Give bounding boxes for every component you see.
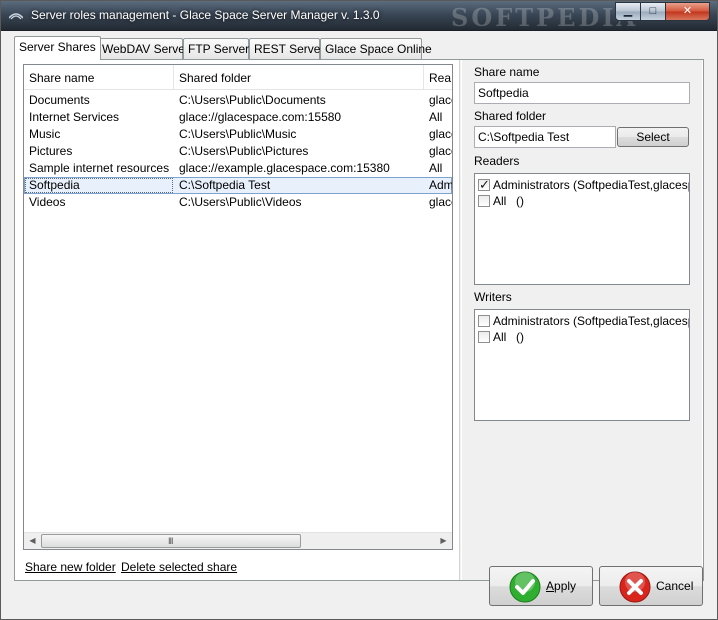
share-new-folder-link[interactable]: Share new folder xyxy=(25,560,116,574)
readers-list[interactable]: ✓ Administrators (SoftpediaTest,glacespa… xyxy=(474,173,690,285)
share-name-cell: Documents xyxy=(29,93,90,107)
share-name-cell: Videos xyxy=(29,195,66,209)
close-button[interactable]: ✕ xyxy=(665,2,710,21)
tab-webdav-server[interactable]: WebDAV Server xyxy=(97,38,189,59)
readers-cell: glace xyxy=(429,127,452,141)
tab-server-shares[interactable]: Server Shares xyxy=(14,36,101,60)
writers-label: Writers xyxy=(474,290,512,304)
share-name-input[interactable]: Softpedia xyxy=(474,82,690,104)
writers-all-checkbox[interactable] xyxy=(478,331,490,343)
apply-button[interactable]: Apply xyxy=(489,566,593,606)
writers-administrators-checkbox[interactable] xyxy=(478,315,490,327)
cancel-label: Cancel xyxy=(656,579,694,593)
shared-folder-label: Shared folder xyxy=(474,109,547,123)
list-item-detail: () xyxy=(516,194,524,208)
scroll-grip: III xyxy=(168,536,173,546)
cross-icon xyxy=(619,571,651,603)
share-name-cell: Sample internet resources xyxy=(29,161,170,175)
maximize-button[interactable]: □ xyxy=(640,2,666,21)
writers-list[interactable]: Administrators (SoftpediaTest,glacespa A… xyxy=(474,309,690,421)
table-row[interactable]: Videos C:\Users\Public\Videos glace xyxy=(24,194,452,211)
minimize-button[interactable]: ▁ xyxy=(615,2,641,21)
shares-list[interactable]: Share name Shared folder Rea Documents C:… xyxy=(23,64,453,550)
table-row[interactable]: Documents C:\Users\Public\Documents glace xyxy=(24,92,452,109)
share-name-cell: Pictures xyxy=(29,144,73,158)
table-row[interactable]: Pictures C:\Users\Public\Pictures glace xyxy=(24,143,452,160)
shared-folder-cell: C:\Softpedia Test xyxy=(179,178,271,192)
shared-folder-input[interactable]: C:\Softpedia Test xyxy=(474,126,616,148)
readers-all-checkbox[interactable] xyxy=(478,195,490,207)
readers-cell: All xyxy=(429,161,443,175)
table-row[interactable]: Internet Services glace://glacespace.com:… xyxy=(24,109,452,126)
checkmark-icon: ✓ xyxy=(479,177,490,192)
table-row[interactable]: Softpedia C:\Softpedia Test Adm xyxy=(24,177,452,194)
list-item-detail: (SoftpediaTest,glacespa xyxy=(573,314,690,328)
readers-cell: Adm xyxy=(429,178,452,192)
cancel-button[interactable]: Cancel xyxy=(599,566,703,606)
tab-glace-space-online[interactable]: Glace Space Online xyxy=(320,38,432,59)
window-title: Server roles management - Glace Space Se… xyxy=(31,8,380,22)
watermark: SOFTPEDIA xyxy=(451,3,639,32)
tab-ftp-server[interactable]: FTP Server xyxy=(183,38,249,59)
horizontal-scrollbar[interactable]: ◀ III ▶ xyxy=(24,532,452,549)
table-row[interactable]: Sample internet resources glace://example… xyxy=(24,160,452,177)
apply-mnemonic: A xyxy=(546,579,555,593)
shared-folder-cell: C:\Users\Public\Music xyxy=(179,127,297,141)
list-item-detail: () xyxy=(516,330,524,344)
share-details-pane: Share name Softpedia Shared folder C:\So… xyxy=(462,60,702,580)
maximize-icon: □ xyxy=(649,5,657,17)
column-readers[interactable]: Rea xyxy=(424,65,452,90)
list-header: Share name Shared folder Rea xyxy=(24,65,452,90)
select-folder-button[interactable]: Select xyxy=(617,127,689,147)
scroll-right-icon[interactable]: ▶ xyxy=(435,533,452,549)
share-name-label: Share name xyxy=(474,65,540,79)
client-area: Server Shares WebDAV Server FTP Server R… xyxy=(9,31,711,613)
scroll-left-icon[interactable]: ◀ xyxy=(24,533,41,549)
shared-folder-cell: glace://glacespace.com:15580 xyxy=(179,110,342,124)
list-body: DocumentsC:\Users\Public\DocumentsglaceI… xyxy=(24,92,452,211)
shared-folder-cell: C:\Users\Public\Pictures xyxy=(179,144,309,158)
column-shared-folder[interactable]: Shared folder xyxy=(174,65,424,90)
table-row[interactable]: Music C:\Users\Public\Music glace xyxy=(24,126,452,143)
column-share-name[interactable]: Share name xyxy=(24,65,174,90)
share-name-cell: Music xyxy=(29,127,61,141)
list-item-label: All xyxy=(493,330,507,344)
readers-cell: glace xyxy=(429,195,452,209)
scroll-thumb[interactable]: III xyxy=(41,534,301,548)
apply-label: Apply xyxy=(546,579,576,593)
list-item-detail: (SoftpediaTest,glacespa xyxy=(573,178,690,192)
share-name-cell: Internet Services xyxy=(29,110,120,124)
readers-label: Readers xyxy=(474,154,520,168)
close-icon: ✕ xyxy=(682,5,693,17)
readers-cell: glace xyxy=(429,93,452,107)
tab-rest-server[interactable]: REST Server xyxy=(249,38,324,59)
list-item-label: All xyxy=(493,194,507,208)
apply-label-rest: pply xyxy=(554,579,577,593)
minimize-icon: ▁ xyxy=(623,5,633,17)
readers-cell: All xyxy=(429,110,443,124)
title-bar[interactable]: Server roles management - Glace Space Se… xyxy=(1,1,717,32)
list-item-label: Administrators xyxy=(493,314,570,328)
readers-cell: glace xyxy=(429,144,452,158)
main-window: Server roles management - Glace Space Se… xyxy=(0,0,718,620)
list-item-label: Administrators xyxy=(493,178,570,192)
server-shares-panel: Share name Shared folder Rea Documents C:… xyxy=(14,59,704,581)
check-icon xyxy=(509,571,541,603)
delete-selected-share-link[interactable]: Delete selected share xyxy=(121,560,237,574)
pane-divider[interactable] xyxy=(459,60,461,580)
shared-folder-cell: C:\Users\Public\Documents xyxy=(179,93,326,107)
share-name-cell: Softpedia xyxy=(24,177,174,194)
shared-folder-cell: glace://example.glacespace.com:15380 xyxy=(179,161,390,175)
readers-administrators-checkbox[interactable]: ✓ xyxy=(478,177,490,192)
shared-folder-cell: C:\Users\Public\Videos xyxy=(179,195,302,209)
app-icon xyxy=(9,13,23,20)
